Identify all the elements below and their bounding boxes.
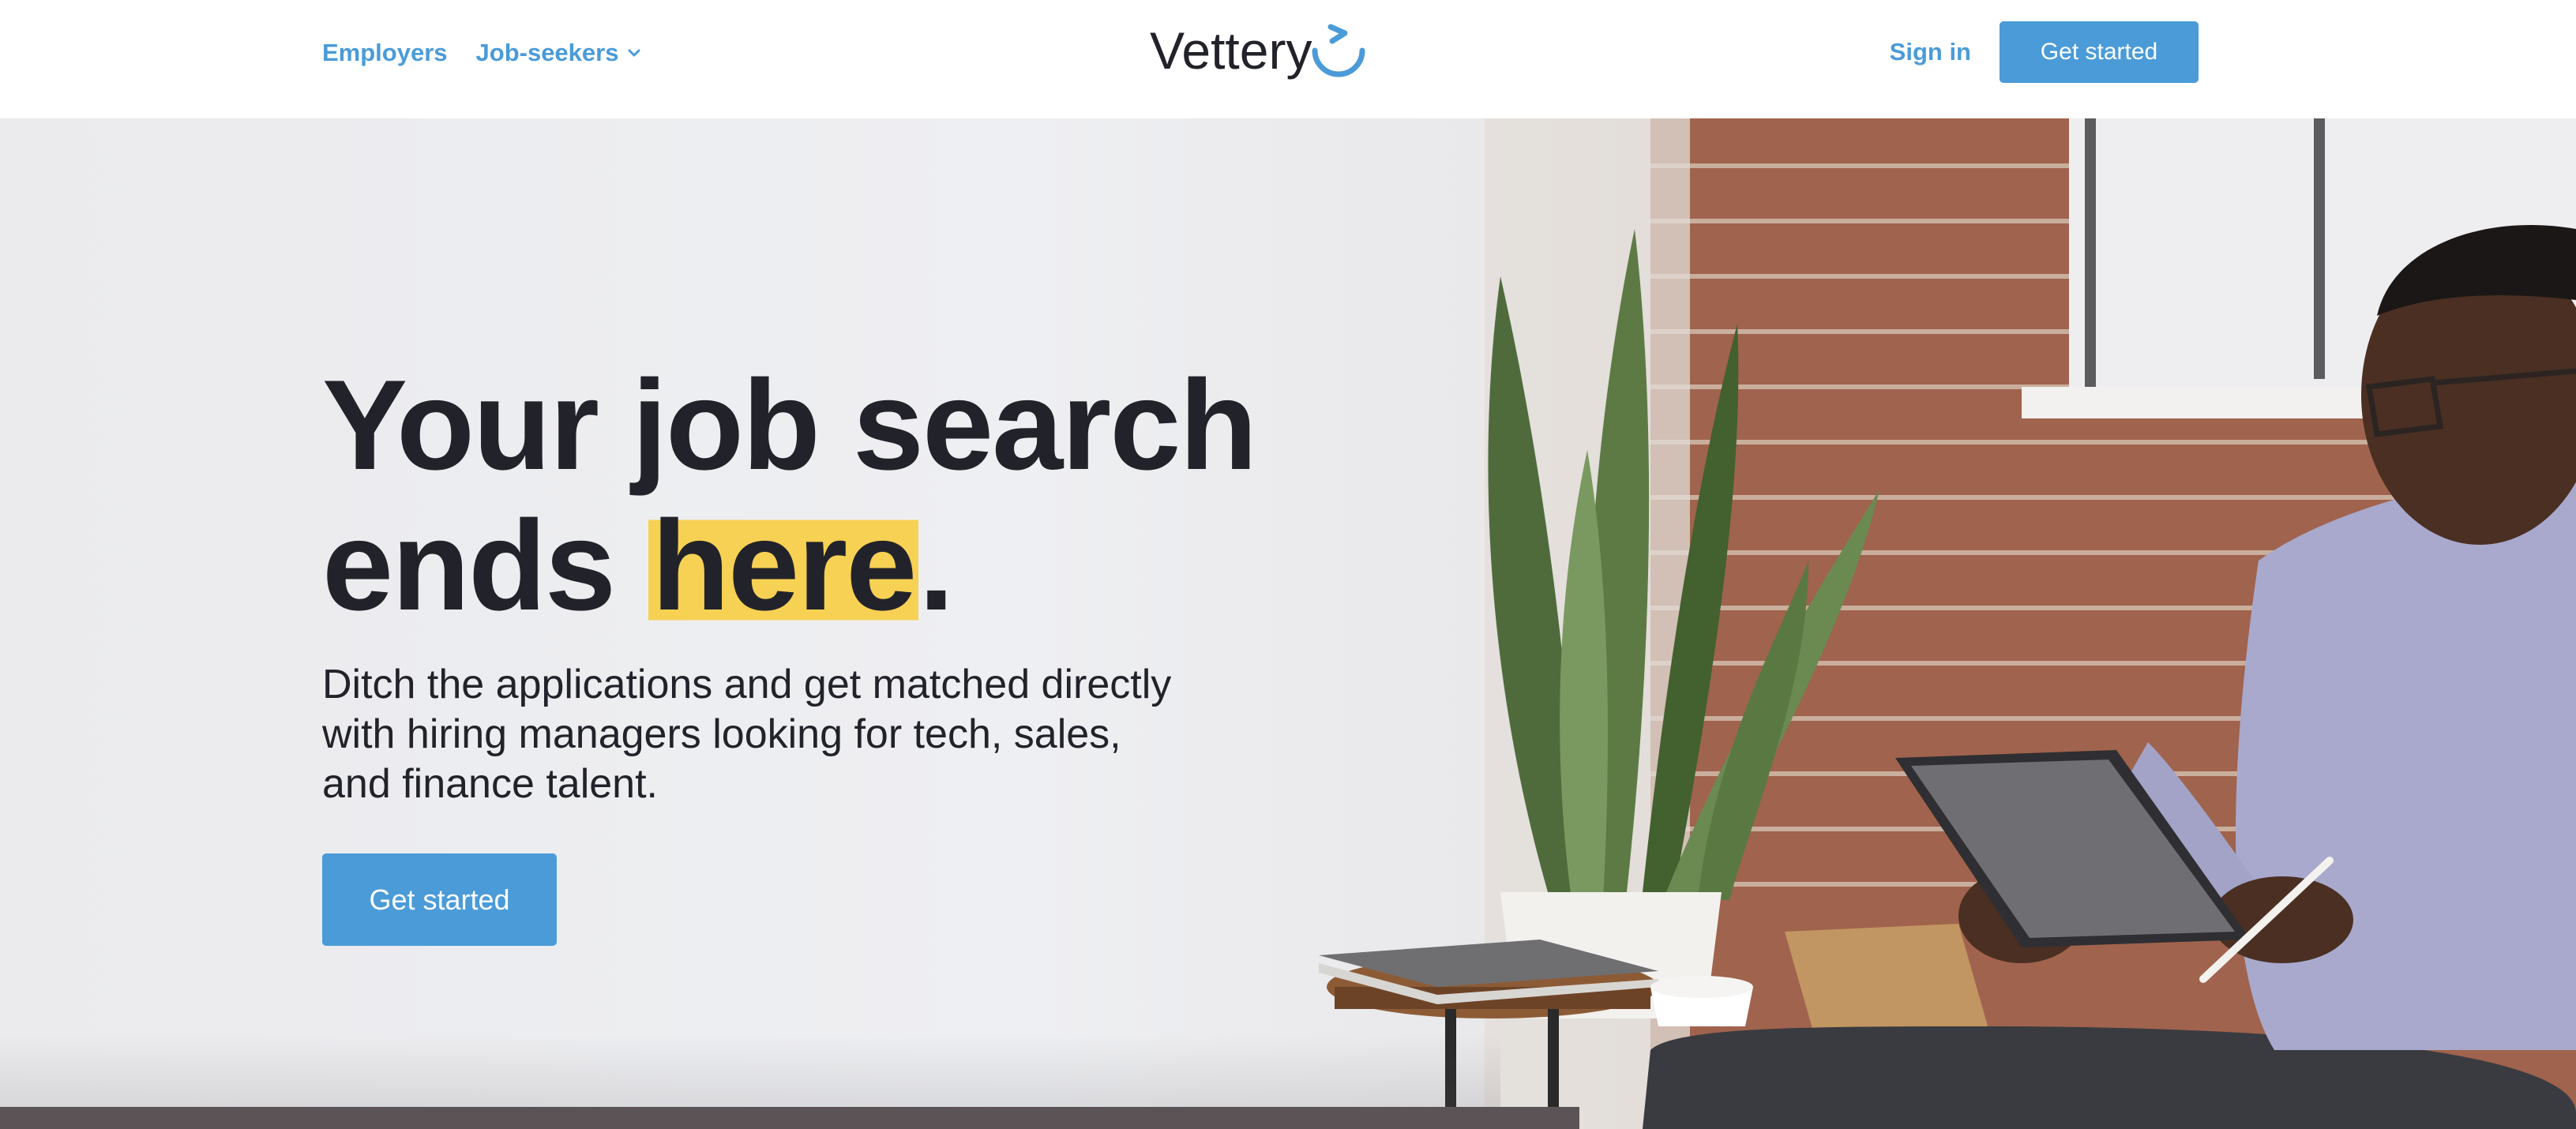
headline-line-1: Your job search bbox=[322, 354, 1257, 497]
nav-job-seekers-dropdown[interactable]: Job-seekers bbox=[476, 39, 643, 67]
nav-employers-link[interactable]: Employers bbox=[322, 39, 448, 67]
account-nav: Sign in Get started bbox=[1890, 21, 2199, 83]
headline-ends: ends bbox=[322, 494, 649, 637]
header-get-started-button[interactable]: Get started bbox=[2000, 21, 2199, 83]
primary-nav: Employers Job-seekers bbox=[322, 0, 642, 106]
smile-arrow-icon bbox=[1312, 24, 1365, 77]
chair bbox=[1785, 924, 1990, 1042]
headline-highlight: here bbox=[648, 494, 919, 637]
logo-wordmark: Vettery bbox=[1150, 21, 1312, 80]
sign-in-link[interactable]: Sign in bbox=[1890, 38, 1971, 66]
vettery-logo[interactable]: Vettery bbox=[1150, 19, 1370, 82]
hero-section: Your job search ends here. Ditch the app… bbox=[0, 118, 2576, 1129]
headline-period: . bbox=[918, 494, 954, 637]
hero-get-started-button[interactable]: Get started bbox=[322, 853, 557, 946]
site-header: Employers Job-seekers Vettery Sign in Ge… bbox=[0, 0, 2576, 118]
hero-content: Your job search ends here. Ditch the app… bbox=[322, 355, 1270, 946]
nav-employers-label: Employers bbox=[322, 39, 448, 66]
floor-strip bbox=[0, 1107, 1579, 1129]
hero-subtext: Ditch the applications and get matched d… bbox=[322, 662, 1172, 807]
chevron-down-icon bbox=[628, 49, 640, 57]
hero-headline: Your job search ends here. bbox=[322, 354, 1270, 637]
nav-job-seekers-label: Job-seekers bbox=[475, 39, 619, 66]
